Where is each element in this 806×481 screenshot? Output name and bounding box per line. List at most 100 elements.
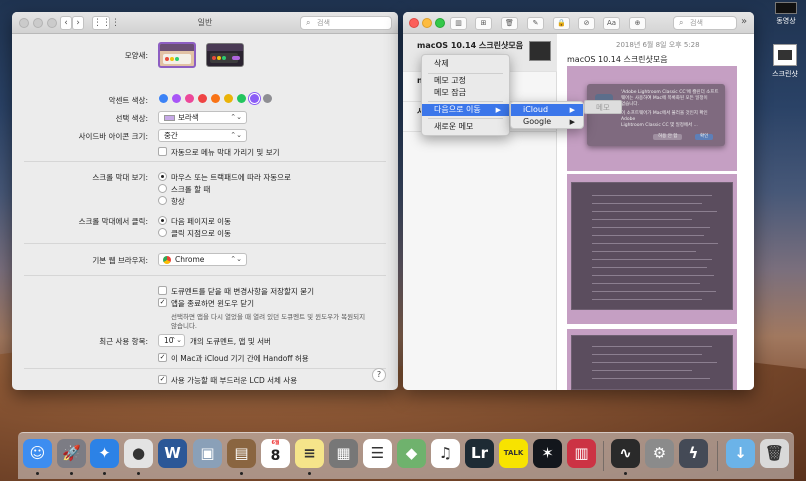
accent-red[interactable] [198,94,207,103]
menu-item-new-note[interactable]: 새로운 메모 [422,121,509,133]
accent-orange[interactable] [211,94,220,103]
dock-app-activity-monitor[interactable]: ∿ [611,439,640,468]
dock-app-notes[interactable]: ≡ [295,439,324,468]
submenu-item-google-label: Google [523,117,552,126]
dock-app-calculator[interactable]: ▦ [329,439,358,468]
dock-chrome-icon: ● [131,444,146,462]
note-editor[interactable]: 2018년 6월 8일 오후 5:28 macOS 10.14 스크린샷모음 '… [558,34,754,390]
accent-blue[interactable] [159,94,168,103]
submenu-item-icloud[interactable]: iCloud ▶ [511,104,583,116]
dock-preview-icon: ▣ [200,444,215,462]
dock-app-lightroom[interactable]: Lr [465,439,494,468]
scrollbar-always-radio[interactable] [158,196,167,205]
compose-icon[interactable]: ✎ [527,17,544,30]
accent-pink[interactable] [185,94,194,103]
dock-app-notefile[interactable]: ▤ [227,439,256,468]
dock-app-system-preferences[interactable]: ⚙ [645,439,674,468]
highlight-color-label: 선택 색상: [115,114,148,123]
accent-green[interactable] [237,94,246,103]
prefs-search-field[interactable]: ⌕ 검색 [300,16,392,30]
dock-reminders-icon: ☰ [370,444,385,462]
close-windows-checkbox[interactable]: ✓ [158,298,167,307]
chrome-icon [163,256,171,264]
sidebar-icon-size-label: 사이드바 아이콘 크기: [78,132,148,141]
dialog-deny-button: 허용 안 함 [653,134,683,140]
recent-items-popup[interactable]: 10 ⌃⌄ [158,334,185,347]
dock-xcode-icon: ✶ [541,444,554,462]
dock-app-trash[interactable]: 🗑 [760,439,789,468]
desktop-icon-videos[interactable]: 동영상 [766,2,806,26]
dock-app-downloads-folder[interactable]: ↓ [726,439,755,468]
minimize-button[interactable] [422,18,432,28]
dock-app-launchpad[interactable]: 🚀 [57,439,86,468]
dock-app-word[interactable]: W [158,439,187,468]
checklist-icon[interactable]: ⊘ [578,17,595,30]
menu-item-lock-note[interactable]: 메모 잠금 [422,87,509,99]
scrollbar-when-scrolling-radio[interactable] [158,184,167,193]
screenshot-block-1: 'Adobe Lightroom Classic CC'에 캘린더 소프트 웨어… [567,66,737,171]
help-button[interactable]: ? [372,368,386,382]
jump-to-spot-label: 클릭 지점으로 이동 [171,229,231,238]
sidebar-icon-size-popup[interactable]: 중간 ⌃⌄ [158,129,247,142]
menu-separator [428,101,503,102]
recent-items-label: 최근 사용 항목: [99,337,148,346]
appearance-light-option[interactable] [158,42,196,68]
auto-hide-menubar-checkbox[interactable] [158,147,167,156]
lcd-smoothing-checkbox[interactable]: ✓ [158,375,167,384]
default-browser-popup[interactable]: Chrome ⌃⌄ [158,253,247,266]
accent-yellow[interactable] [224,94,233,103]
sidebar-toggle-icon[interactable]: ▥ [450,17,467,30]
note-context-menu: 삭제 메모 고정 메모 잠금 다음으로 이동 ▶ 새로운 메모 [421,54,510,136]
submenu-item-google[interactable]: Google ▶ [511,116,583,128]
dock-app-xcode[interactable]: ✶ [533,439,562,468]
dock-app-chrome[interactable]: ● [124,439,153,468]
default-browser-value: Chrome [175,255,205,264]
dock-app-preview[interactable]: ▣ [193,439,222,468]
accent-gray[interactable] [263,94,272,103]
menu-item-pin-note[interactable]: 메모 고정 [422,75,509,87]
dock-app-calendar[interactable]: 6월 8 [261,439,290,468]
jump-to-spot-radio[interactable] [158,228,167,237]
appearance-dark-option[interactable] [206,43,244,67]
dock-running-indicator [36,472,39,475]
add-people-icon[interactable]: ⊕ [629,17,646,30]
desktop-icon-screenshots[interactable]: 스크린샷 [764,44,806,79]
menu-item-delete[interactable]: 삭제 [422,58,509,70]
screenshot-block-3 [567,329,737,390]
toolbar-overflow-icon[interactable]: » [741,16,747,27]
dock-running-indicator [70,472,73,475]
close-button[interactable] [409,18,419,28]
dialog-text: 이 소프트웨어가 Mac에서 불러올 것인지 확인 Adobe [621,111,708,122]
dock-maps-icon: ◆ [405,444,418,462]
dock-app-itunes[interactable]: ♫ [431,439,460,468]
dock-app-rocket[interactable]: ϟ [679,439,708,468]
zoom-button[interactable] [435,18,445,28]
menu-item-move-to[interactable]: 다음으로 이동 ▶ [422,104,509,116]
trash-icon[interactable]: 🗑 [501,17,518,30]
prefs-titlebar: ‹ › ⋮⋮⋮ 일반 ⌕ 검색 [12,12,398,34]
dock-app-maps[interactable]: ◆ [397,439,426,468]
notes-search-field[interactable]: ⌕ 검색 [673,16,737,30]
dock-app-screen[interactable]: ▥ [567,439,596,468]
handoff-checkbox[interactable]: ✓ [158,353,167,362]
dock-app-kakaotalk[interactable]: TALK [499,439,528,468]
scrollbar-auto-radio[interactable] [158,172,167,181]
default-browser-label: 기본 웹 브라우저: [92,256,148,265]
highlight-color-popup[interactable]: 보라색 ⌃⌄ [158,111,247,124]
accent-purple[interactable] [172,94,181,103]
lock-icon[interactable]: 🔒 [553,17,570,30]
note-title: macOS 10.14 스크린샷모음 [417,41,524,50]
dock-app-safari[interactable]: ✦ [90,439,119,468]
dock-finder-icon: ☺ [29,444,46,462]
scrollbar-always-label: 항상 [171,197,185,206]
finder-list-screenshot [571,335,733,390]
accent-graphite-selected[interactable] [250,94,259,103]
format-text-button[interactable]: Aa [603,17,620,30]
dock-app-finder[interactable]: ☺ [23,439,52,468]
dock-running-indicator [240,472,243,475]
jump-next-page-radio[interactable] [158,216,167,225]
dock-app-reminders[interactable]: ☰ [363,439,392,468]
ask-keep-changes-checkbox[interactable] [158,286,167,295]
search-placeholder: 검색 [317,19,330,27]
gallery-view-icon[interactable]: ⊞ [475,17,492,30]
